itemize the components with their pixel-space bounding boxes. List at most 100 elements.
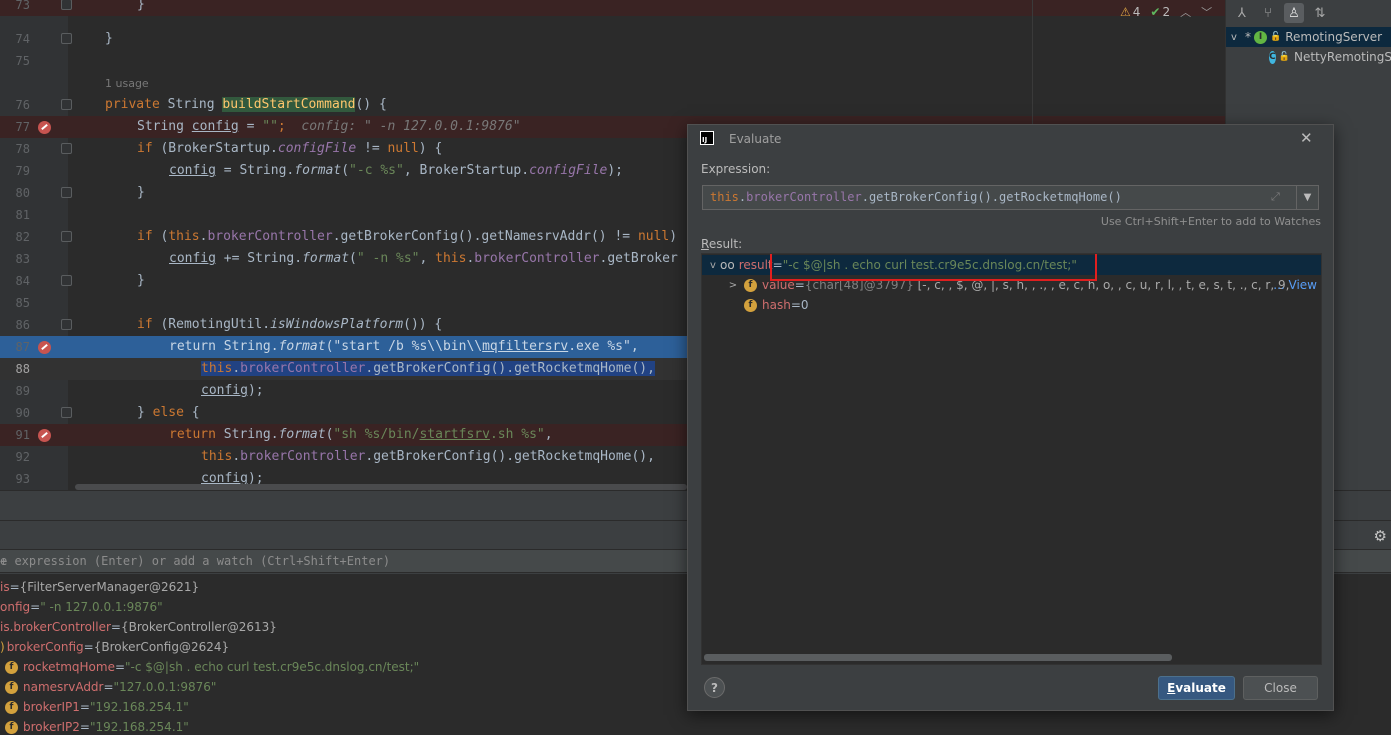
variable-row[interactable]: f brokerIP2 = "192.168.254.1" <box>5 717 189 735</box>
line-number: 90 <box>15 406 30 420</box>
field-icon: f <box>5 720 18 734</box>
result-child-hash[interactable]: f hash = 0 <box>702 295 1321 315</box>
code-line-75[interactable]: 75 <box>0 50 1225 72</box>
variable-row[interactable]: f rocketmqHome = "-c $@|sh . echo curl t… <box>5 657 419 677</box>
line-number: 75 <box>15 54 30 68</box>
class-icon: C <box>1269 50 1276 64</box>
line-number: 77 <box>15 120 30 134</box>
breakpoint-icon[interactable] <box>38 341 51 354</box>
code-text: config = String.format("-c %s", BrokerSt… <box>169 163 624 178</box>
hierarchy-icon[interactable]: ⅄ <box>1232 3 1252 23</box>
code-text: if (RemotingUtil.isWindowsPlatform()) { <box>137 317 443 332</box>
intellij-logo-icon: IJ <box>700 131 714 145</box>
code-text: if (BrokerStartup.configFile != null) { <box>137 141 443 156</box>
variable-row[interactable]: is.brokerController = {BrokerController@… <box>0 617 277 637</box>
dialog-title: Evaluate <box>729 132 782 146</box>
field-icon: f <box>744 278 757 292</box>
fold-marker-icon[interactable] <box>61 187 72 198</box>
fold-marker-icon[interactable] <box>61 231 72 242</box>
line-number: 80 <box>15 186 30 200</box>
code-text: return String.format("start /b %s\\bin\\… <box>169 339 639 354</box>
dialog-title-bar[interactable]: IJ Evaluate ✕ <box>688 125 1333 153</box>
gear-icon[interactable]: ⚙ <box>1374 527 1387 545</box>
close-icon[interactable]: ✕ <box>1300 129 1313 147</box>
code-text: String config = ""; config: " -n 127.0.0… <box>137 119 521 134</box>
help-button[interactable]: ? <box>704 677 725 698</box>
expand-icon[interactable]: ⤢ <box>1271 190 1280 204</box>
usage-hint[interactable]: 1 usage <box>105 77 149 90</box>
field-icon: f <box>5 660 18 674</box>
history-dropdown-icon[interactable]: ▼ <box>1296 186 1318 209</box>
code-text: if (this.brokerController.getBrokerConfi… <box>137 229 678 244</box>
code-text: this.brokerController.getBrokerConfig().… <box>201 449 655 464</box>
breakpoint-icon[interactable] <box>38 429 51 442</box>
fold-marker-icon[interactable] <box>61 0 72 10</box>
lock-icon: 🔓 <box>1270 32 1282 42</box>
variable-row[interactable]: ) brokerConfig = {BrokerConfig@2624} <box>0 637 229 657</box>
lock-icon: 🔓 <box>1278 52 1291 62</box>
code-line-76[interactable]: 76 private String buildStartCommand() { <box>0 94 1225 116</box>
line-number: 86 <box>15 318 30 332</box>
tree-view-icon[interactable]: ♙ <box>1284 3 1304 23</box>
inline-value-hint: config: " -n 127.0.0.1:9876" <box>301 119 521 134</box>
chevron-right-icon[interactable]: > <box>726 280 740 291</box>
field-icon: f <box>744 298 757 312</box>
evaluate-dialog[interactable]: IJ Evaluate ✕ Expression: this.brokerCon… <box>687 124 1334 711</box>
variable-row[interactable]: f brokerIP1 = "192.168.254.1" <box>5 697 189 717</box>
line-number: 89 <box>15 384 30 398</box>
code-text-selected: this.brokerController.getBrokerConfig().… <box>201 361 655 376</box>
structure-toolbar: ⅄ ⑂ ♙ ⇅ <box>1226 0 1391 26</box>
line-number: 93 <box>15 472 30 486</box>
chevron-down-icon[interactable]: v <box>706 260 720 271</box>
line-number: 76 <box>15 98 30 112</box>
field-icon: f <box>5 700 18 714</box>
usage-hint-line[interactable]: 1 usage <box>0 72 1225 92</box>
result-label: Result: <box>701 237 743 251</box>
result-tree[interactable]: v oo result = "-c $@|sh . echo curl test… <box>701 253 1322 665</box>
weak-warning-count[interactable]: ✔ 2 <box>1150 5 1170 19</box>
structure-item-remoting-server[interactable]: v * I 🔓 RemotingServer <box>1226 27 1391 47</box>
code-text: } <box>137 185 145 200</box>
fold-marker-icon[interactable] <box>61 33 72 44</box>
variable-row[interactable]: is = {FilterServerManager@2621} <box>0 577 199 597</box>
inspection-widget[interactable]: ⚠ 4 ✔ 2 ︿ ﹀ <box>1120 2 1212 22</box>
chevron-up-icon[interactable]: ︿ <box>1180 4 1191 20</box>
view-link[interactable]: ... View <box>1273 278 1317 292</box>
line-number: 83 <box>15 252 30 266</box>
variable-row[interactable]: onfig = " -n 127.0.0.1:9876" <box>0 597 163 617</box>
code-text: } <box>105 31 113 46</box>
expression-label: Expression: <box>701 162 771 176</box>
fold-marker-icon[interactable] <box>61 319 72 330</box>
code-line-73[interactable]: 73 } <box>0 0 1225 16</box>
code-text: } <box>137 273 145 288</box>
fold-marker-icon[interactable] <box>61 99 72 110</box>
variable-row[interactable]: f namesrvAddr = "127.0.0.1:9876" <box>5 677 216 697</box>
method-name-highlight: buildStartCommand <box>222 97 356 112</box>
evaluate-button[interactable]: Evaluate <box>1158 676 1235 700</box>
line-number: 81 <box>15 208 30 222</box>
breakpoint-icon[interactable] <box>38 121 51 134</box>
line-number: 73 <box>15 0 30 12</box>
line-number: 85 <box>15 296 30 310</box>
close-button[interactable]: Close <box>1243 676 1318 700</box>
code-line-74[interactable]: 74 } <box>0 28 1225 50</box>
code-text: return String.format("sh %s/bin/startfsr… <box>169 427 553 442</box>
chevron-down-icon[interactable]: v <box>1226 32 1242 43</box>
line-number: 79 <box>15 164 30 178</box>
expression-input[interactable]: this.brokerController.getBrokerConfig().… <box>702 185 1319 210</box>
line-number: 87 <box>15 340 30 354</box>
fold-marker-icon[interactable] <box>61 143 72 154</box>
fold-marker-icon[interactable] <box>61 275 72 286</box>
field-icon-partial: ) <box>0 640 5 654</box>
code-text: config); <box>201 383 264 398</box>
fold-marker-icon[interactable] <box>61 407 72 418</box>
inherited-icon[interactable]: ⑂ <box>1258 3 1278 23</box>
line-number: 92 <box>15 450 30 464</box>
result-horizontal-scrollbar[interactable] <box>704 654 1172 661</box>
line-number: 78 <box>15 142 30 156</box>
structure-item-netty-remoting[interactable]: C 🔓 NettyRemotingS <box>1226 47 1391 67</box>
line-number: 82 <box>15 230 30 244</box>
warning-count[interactable]: ⚠ 4 <box>1120 5 1140 19</box>
sort-icon[interactable]: ⇅ <box>1310 3 1330 23</box>
chevron-down-icon[interactable]: ﹀ <box>1201 4 1212 20</box>
